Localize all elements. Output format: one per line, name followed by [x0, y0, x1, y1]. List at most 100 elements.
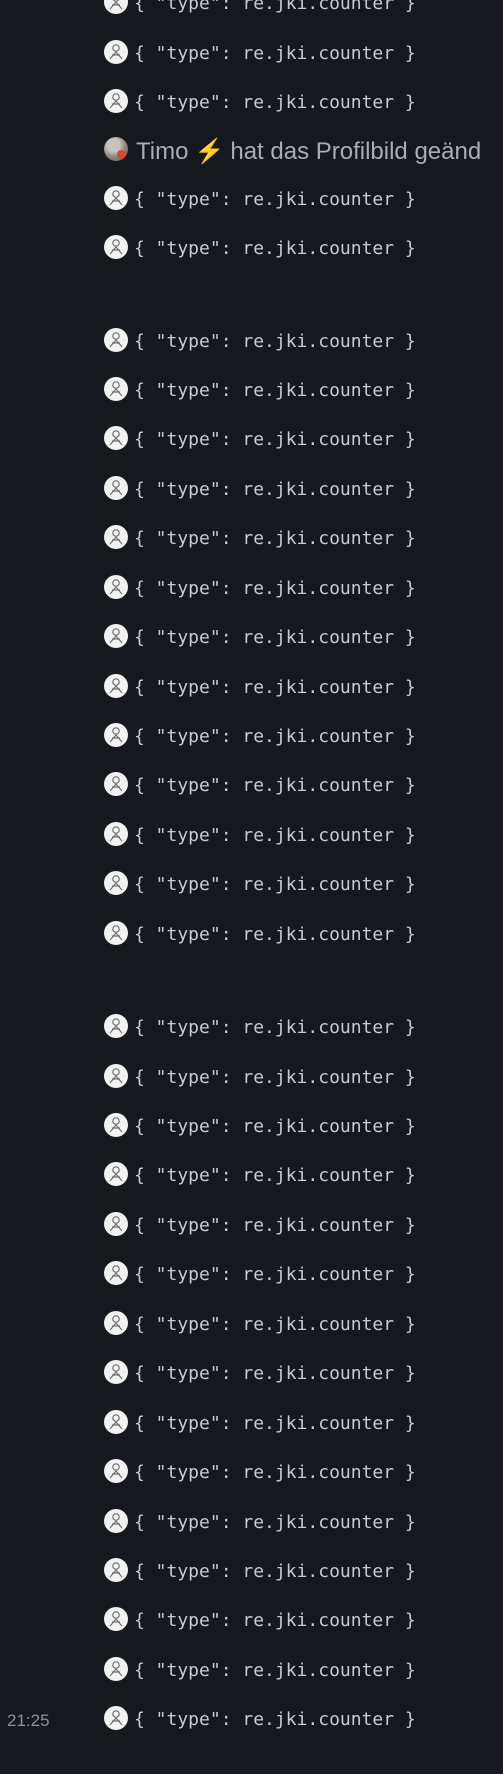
bot-avatar-icon[interactable]: [104, 1607, 128, 1631]
timeline-event-row[interactable]: { "type": re.jki.counter }: [0, 1257, 503, 1287]
timeline-event-row[interactable]: { "type": re.jki.counter }: [0, 1406, 503, 1436]
bot-avatar-icon[interactable]: [104, 921, 128, 945]
bot-avatar-icon[interactable]: [104, 186, 128, 210]
timeline-event-row[interactable]: { "type": re.jki.counter }: [0, 422, 503, 452]
member-action: hat das Profilbild geänd: [230, 138, 482, 165]
event-json-text: { "type": re.jki.counter }: [134, 528, 416, 549]
timeline-event-row[interactable]: { "type": re.jki.counter }: [0, 1109, 503, 1139]
event-json-text: { "type": re.jki.counter }: [134, 331, 416, 352]
timeline-event-row[interactable]: { "type": re.jki.counter }: [0, 1010, 503, 1040]
bot-avatar-icon[interactable]: [104, 1162, 128, 1186]
event-json-text: { "type": re.jki.counter }: [134, 726, 416, 747]
bot-avatar-icon[interactable]: [104, 1212, 128, 1236]
bot-avatar-icon[interactable]: [104, 1113, 128, 1137]
event-json-text: { "type": re.jki.counter }: [134, 238, 416, 259]
timeline-event-row[interactable]: { "type": re.jki.counter }: [0, 917, 503, 947]
bot-avatar-icon[interactable]: [104, 1657, 128, 1681]
bot-avatar-icon[interactable]: [104, 624, 128, 648]
timeline-event-row[interactable]: { "type": re.jki.counter }: [0, 1455, 503, 1485]
event-json-text: { "type": re.jki.counter }: [134, 1314, 416, 1335]
event-json-text: { "type": re.jki.counter }: [134, 627, 416, 648]
event-json-text: { "type": re.jki.counter }: [134, 1512, 416, 1533]
bot-avatar-icon[interactable]: [104, 1410, 128, 1434]
event-json-text: { "type": re.jki.counter }: [134, 1067, 416, 1088]
timeline-event-row[interactable]: { "type": re.jki.counter }: [0, 818, 503, 848]
timeline-event-row[interactable]: { "type": re.jki.counter }: [0, 1603, 503, 1633]
timeline-event-row[interactable]: { "type": re.jki.counter }: [0, 1208, 503, 1238]
message-timestamp: 21:25: [7, 1711, 50, 1730]
timeline-event-row[interactable]: { "type": re.jki.counter }: [0, 867, 503, 897]
timeline-event-row[interactable]: { "type": re.jki.counter }: [0, 1653, 503, 1683]
timeline-event-row[interactable]: { "type": re.jki.counter }: [0, 1356, 503, 1386]
event-json-text: { "type": re.jki.counter }: [134, 775, 416, 796]
timeline-event-row[interactable]: { "type": re.jki.counter }: [0, 1060, 503, 1090]
bot-avatar-icon[interactable]: [104, 426, 128, 450]
timeline-event-row[interactable]: { "type": re.jki.counter }: [0, 670, 503, 700]
event-json-text: { "type": re.jki.counter }: [134, 1561, 416, 1582]
bot-avatar-icon[interactable]: [104, 40, 128, 64]
bot-avatar-icon[interactable]: [104, 1064, 128, 1088]
timeline-event-row[interactable]: { "type": re.jki.counter }: [0, 719, 503, 749]
event-json-text: { "type": re.jki.counter }: [134, 0, 416, 14]
timeline-event-row[interactable]: { "type": re.jki.counter }: [0, 231, 503, 261]
event-json-text: { "type": re.jki.counter }: [134, 1165, 416, 1186]
timeline-event-row[interactable]: { "type": re.jki.counter }: [0, 571, 503, 601]
event-json-text: { "type": re.jki.counter }: [134, 1116, 416, 1137]
event-json-text: { "type": re.jki.counter }: [134, 1709, 416, 1730]
bot-avatar-icon[interactable]: [104, 871, 128, 895]
event-json-text: { "type": re.jki.counter }: [134, 578, 416, 599]
timeline-event-row[interactable]: { "type": re.jki.counter }: [0, 768, 503, 798]
bot-avatar-icon[interactable]: [104, 1706, 128, 1730]
event-json-text: { "type": re.jki.counter }: [134, 479, 416, 500]
bot-avatar-icon[interactable]: [104, 377, 128, 401]
timeline-event-row[interactable]: { "type": re.jki.counter }: [0, 1554, 503, 1584]
timeline-event-row[interactable]: { "type": re.jki.counter }: [0, 1505, 503, 1535]
bot-avatar-icon[interactable]: [104, 235, 128, 259]
event-json-text: { "type": re.jki.counter }: [134, 380, 416, 401]
event-json-text: { "type": re.jki.counter }: [134, 677, 416, 698]
timeline-event-row[interactable]: { "type": re.jki.counter }: [0, 36, 503, 66]
timeline-event-row[interactable]: { "type": re.jki.counter }: [0, 373, 503, 403]
timeline-event-row[interactable]: { "type": re.jki.counter }: [0, 1158, 503, 1188]
timeline-event-row[interactable]: { "type": re.jki.counter }: [0, 620, 503, 650]
bot-avatar-icon[interactable]: [104, 674, 128, 698]
bot-avatar-icon[interactable]: [104, 0, 128, 14]
member-event-text: Timo ⚡ hat das Profilbild geänd: [136, 138, 481, 166]
bot-avatar-icon[interactable]: [104, 1261, 128, 1285]
member-event-row[interactable]: Timo ⚡ hat das Profilbild geänd: [0, 133, 503, 166]
event-json-text: { "type": re.jki.counter }: [134, 874, 416, 895]
event-json-text: { "type": re.jki.counter }: [134, 1413, 416, 1434]
event-json-text: { "type": re.jki.counter }: [134, 825, 416, 846]
bot-avatar-icon[interactable]: [104, 723, 128, 747]
event-json-text: { "type": re.jki.counter }: [134, 43, 416, 64]
event-json-text: { "type": re.jki.counter }: [134, 1264, 416, 1285]
event-json-text: { "type": re.jki.counter }: [134, 924, 416, 945]
bot-avatar-icon[interactable]: [104, 822, 128, 846]
bot-avatar-icon[interactable]: [104, 1459, 128, 1483]
bot-avatar-icon[interactable]: [104, 525, 128, 549]
timeline-event-row[interactable]: { "type": re.jki.counter }: [0, 324, 503, 354]
bot-avatar-icon[interactable]: [104, 328, 128, 352]
timeline-event-row[interactable]: { "type": re.jki.counter }: [0, 472, 503, 502]
bot-avatar-icon[interactable]: [104, 575, 128, 599]
timeline-event-row[interactable]: { "type": re.jki.counter }: [0, 85, 503, 115]
bot-avatar-icon[interactable]: [104, 1311, 128, 1335]
event-json-text: { "type": re.jki.counter }: [134, 1462, 416, 1483]
timeline-event-row[interactable]: 21:25 { "type": re.jki.counter }: [0, 1702, 503, 1732]
bot-avatar-icon[interactable]: [104, 476, 128, 500]
timeline-event-row[interactable]: { "type": re.jki.counter }: [0, 182, 503, 212]
bot-avatar-icon[interactable]: [104, 772, 128, 796]
timeline-event-row[interactable]: { "type": re.jki.counter }: [0, 521, 503, 551]
timeline-event-row[interactable]: { "type": re.jki.counter }: [0, 0, 503, 16]
member-name[interactable]: Timo: [136, 138, 188, 165]
message-timeline[interactable]: { "type": re.jki.counter } { "type": re.…: [0, 0, 503, 1774]
event-json-text: { "type": re.jki.counter }: [134, 1610, 416, 1631]
bot-avatar-icon[interactable]: [104, 89, 128, 113]
event-json-text: { "type": re.jki.counter }: [134, 1363, 416, 1384]
user-photo-avatar-icon[interactable]: [104, 137, 128, 161]
bot-avatar-icon[interactable]: [104, 1558, 128, 1582]
bot-avatar-icon[interactable]: [104, 1360, 128, 1384]
bot-avatar-icon[interactable]: [104, 1509, 128, 1533]
timeline-event-row[interactable]: { "type": re.jki.counter }: [0, 1307, 503, 1337]
bot-avatar-icon[interactable]: [104, 1014, 128, 1038]
